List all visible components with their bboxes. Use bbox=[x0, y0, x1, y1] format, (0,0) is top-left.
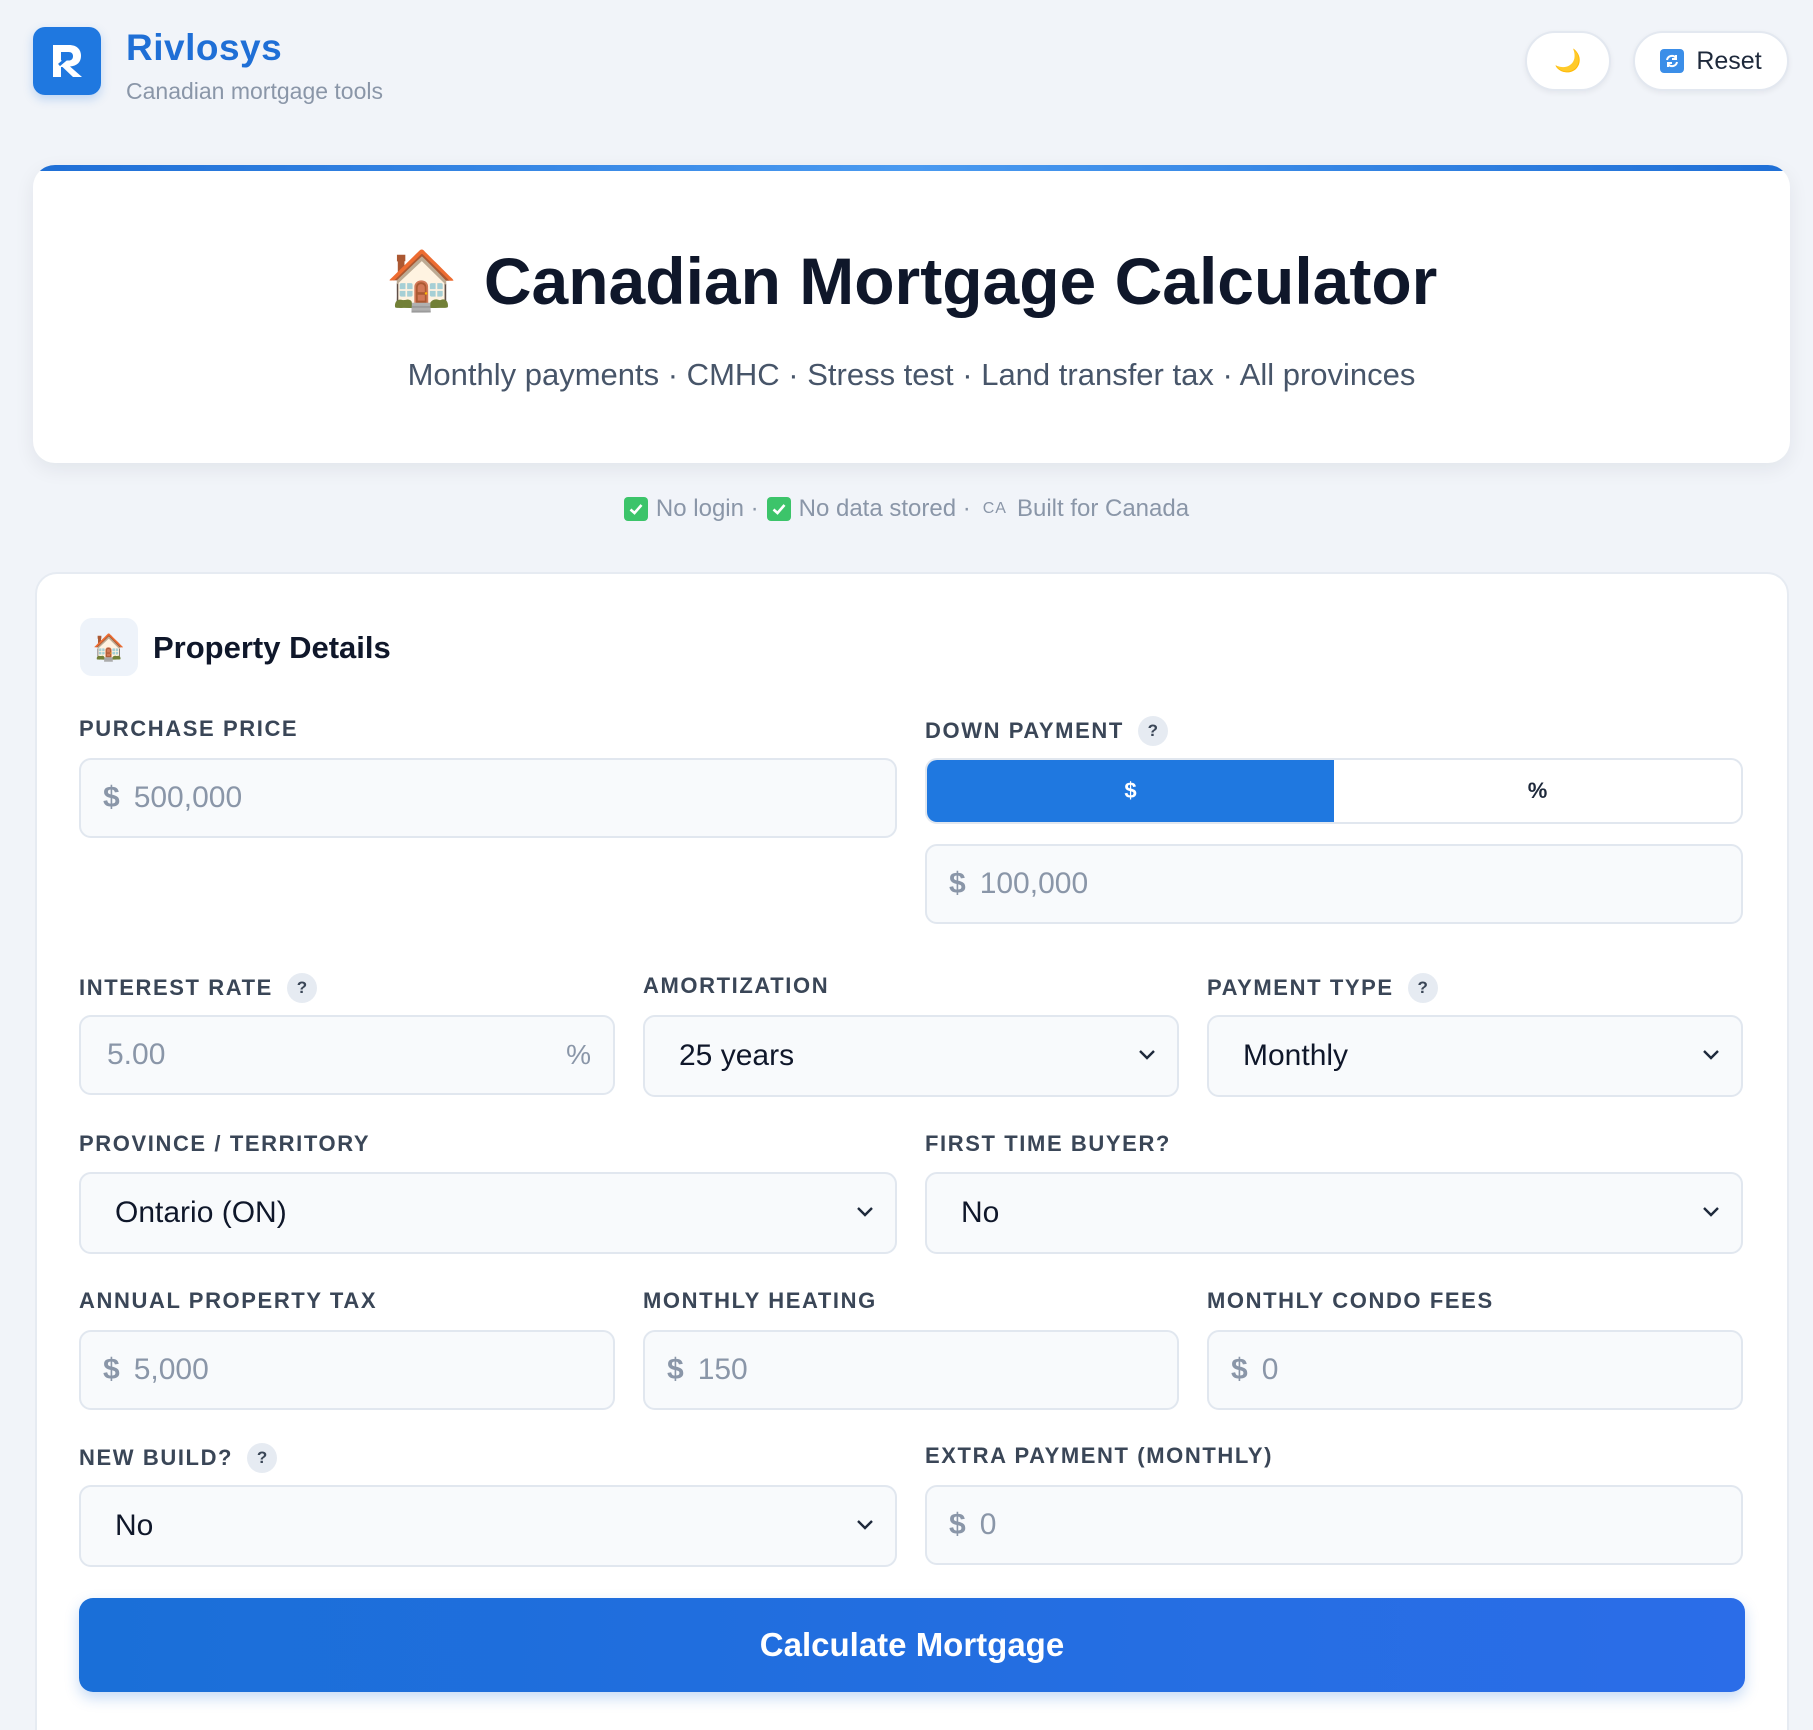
page-subtitle: Monthly payments · CMHC · Stress test · … bbox=[407, 357, 1416, 392]
purchase-price-input[interactable]: $ 500,000 bbox=[79, 758, 897, 838]
hero-accent-bar bbox=[33, 165, 1790, 171]
canada-flag-icon: CA bbox=[982, 500, 1007, 517]
chevron-down-icon bbox=[1703, 1207, 1719, 1217]
interest-rate-input[interactable]: 5.00 % bbox=[79, 1015, 615, 1095]
dollar-icon: $ bbox=[103, 1353, 120, 1386]
calculate-mortgage-button[interactable]: Calculate Mortgage bbox=[79, 1598, 1745, 1692]
down-payment-placeholder: 100,000 bbox=[979, 867, 1089, 900]
chevron-down-icon bbox=[857, 1207, 873, 1217]
house-icon: 🏠 bbox=[80, 618, 138, 676]
heating-placeholder: 150 bbox=[697, 1353, 748, 1386]
province-label: PROVINCE / TERRITORY bbox=[79, 1131, 371, 1156]
no-login-text: No login · bbox=[655, 495, 759, 522]
reset-button[interactable]: Reset bbox=[1633, 31, 1789, 91]
no-data-text: No data stored · bbox=[798, 495, 971, 522]
property-tax-label: ANNUAL PROPERTY TAX bbox=[79, 1288, 378, 1313]
amortization-select[interactable]: 25 years bbox=[643, 1015, 1179, 1097]
chevron-down-icon bbox=[857, 1520, 873, 1530]
new-build-label: NEW BUILD? ? bbox=[79, 1443, 278, 1473]
down-payment-mode-toggle: $ % bbox=[925, 758, 1743, 824]
payment-type-label: PAYMENT TYPE ? bbox=[1207, 973, 1438, 1003]
heating-label: MONTHLY HEATING bbox=[643, 1288, 877, 1313]
first-time-buyer-select[interactable]: No bbox=[925, 1172, 1743, 1254]
down-payment-label: DOWN PAYMENT ? bbox=[925, 716, 1168, 746]
help-icon[interactable]: ? bbox=[286, 973, 317, 1003]
province-select[interactable]: Ontario (ON) bbox=[79, 1172, 897, 1254]
r-logo-icon bbox=[53, 45, 82, 77]
help-icon[interactable]: ? bbox=[247, 1443, 278, 1473]
trust-badges: No login · No data stored · CA Built for… bbox=[0, 495, 1813, 523]
dollar-icon: $ bbox=[949, 867, 966, 900]
payment-type-select[interactable]: Monthly bbox=[1207, 1015, 1743, 1097]
first-time-buyer-value: No bbox=[961, 1196, 1000, 1229]
purchase-price-label: PURCHASE PRICE bbox=[79, 716, 299, 741]
hero-card: 🏠 Canadian Mortgage Calculator Monthly p… bbox=[33, 165, 1790, 463]
purchase-price-placeholder: 500,000 bbox=[133, 781, 243, 814]
section-title: Property Details bbox=[153, 630, 391, 665]
top-bar: Rivlosys Canadian mortgage tools 🌙 Reset bbox=[33, 27, 1789, 117]
province-value: Ontario (ON) bbox=[115, 1196, 287, 1229]
property-tax-placeholder: 5,000 bbox=[133, 1353, 209, 1386]
extra-payment-placeholder: 0 bbox=[979, 1508, 997, 1541]
heating-input[interactable]: $ 150 bbox=[643, 1330, 1179, 1410]
down-payment-percent-option[interactable]: % bbox=[1334, 760, 1741, 822]
refresh-icon bbox=[1660, 49, 1685, 73]
new-build-select[interactable]: No bbox=[79, 1485, 897, 1567]
house-icon: 🏠 bbox=[385, 248, 458, 313]
condo-fees-label: MONTHLY CONDO FEES bbox=[1207, 1288, 1494, 1313]
help-icon[interactable]: ? bbox=[1407, 973, 1438, 1003]
extra-payment-input[interactable]: $ 0 bbox=[925, 1485, 1743, 1565]
down-payment-input[interactable]: $ 100,000 bbox=[925, 844, 1743, 924]
built-for-canada-text: Built for Canada bbox=[1016, 495, 1190, 522]
property-tax-input[interactable]: $ 5,000 bbox=[79, 1330, 615, 1410]
down-payment-dollar-option[interactable]: $ bbox=[927, 760, 1334, 822]
dollar-icon: $ bbox=[1231, 1353, 1248, 1386]
payment-type-value: Monthly bbox=[1243, 1039, 1349, 1072]
theme-toggle-button[interactable]: 🌙 bbox=[1525, 31, 1611, 91]
help-icon[interactable]: ? bbox=[1137, 716, 1168, 746]
dollar-icon: $ bbox=[667, 1353, 684, 1386]
check-icon bbox=[766, 497, 791, 521]
brand-logo[interactable] bbox=[33, 27, 101, 95]
property-details-card: 🏠 Property Details PURCHASE PRICE $ 500,… bbox=[35, 572, 1789, 1730]
check-icon bbox=[623, 497, 648, 521]
reset-label: Reset bbox=[1696, 46, 1762, 75]
interest-rate-label: INTEREST RATE ? bbox=[79, 973, 317, 1003]
new-build-value: No bbox=[115, 1509, 154, 1542]
chevron-down-icon bbox=[1703, 1050, 1719, 1060]
amortization-value: 25 years bbox=[679, 1039, 795, 1072]
extra-payment-label: EXTRA PAYMENT (MONTHLY) bbox=[925, 1443, 1274, 1468]
brand-tagline: Canadian mortgage tools bbox=[126, 78, 383, 104]
dollar-icon: $ bbox=[103, 781, 120, 814]
percent-suffix: % bbox=[566, 1039, 591, 1070]
page-title: 🏠 Canadian Mortgage Calculator bbox=[33, 243, 1790, 319]
dollar-icon: $ bbox=[949, 1508, 966, 1541]
brand-name[interactable]: Rivlosys bbox=[126, 27, 282, 69]
condo-fees-input[interactable]: $ 0 bbox=[1207, 1330, 1743, 1410]
first-time-buyer-label: FIRST TIME BUYER? bbox=[925, 1131, 1171, 1156]
amortization-label: AMORTIZATION bbox=[643, 973, 830, 998]
page-title-text: Canadian Mortgage Calculator bbox=[483, 244, 1438, 318]
chevron-down-icon bbox=[1139, 1050, 1155, 1060]
interest-rate-placeholder: 5.00 bbox=[107, 1038, 166, 1071]
moon-icon: 🌙 bbox=[1554, 48, 1582, 73]
condo-fees-placeholder: 0 bbox=[1261, 1353, 1279, 1386]
